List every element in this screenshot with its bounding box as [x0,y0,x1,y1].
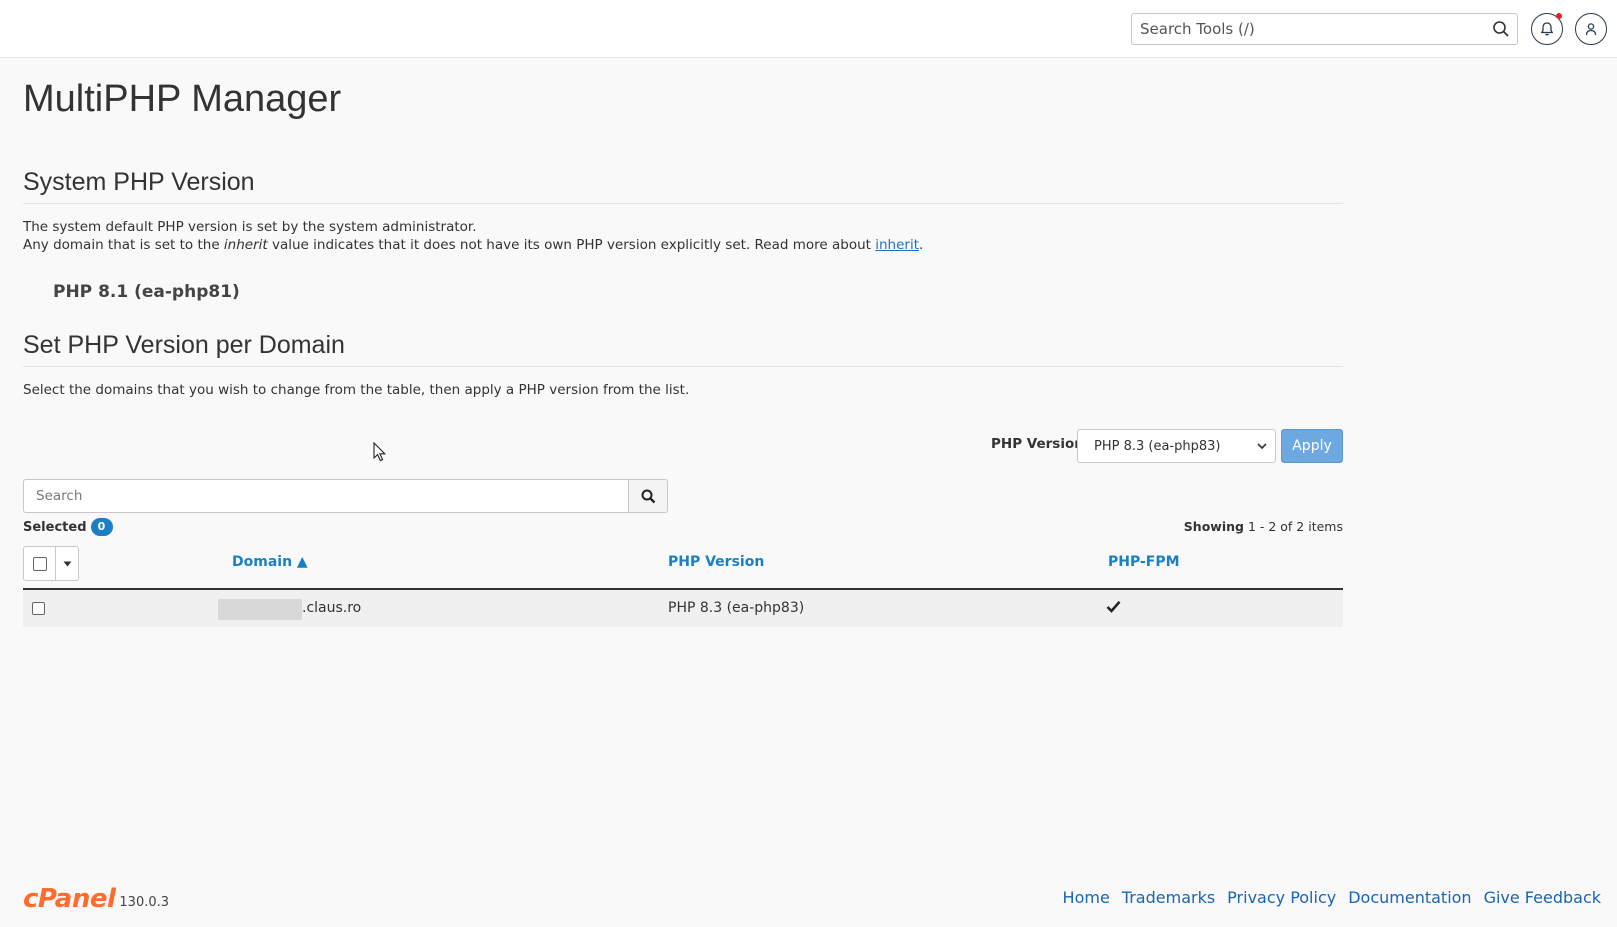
selected-label: Selected [23,519,87,535]
system-description-line2: Any domain that is set to the inherit va… [23,236,923,254]
select-all-checkbox[interactable] [33,557,47,571]
user-icon [1585,23,1597,36]
footer-brand: cPanel 130.0.3 [23,885,169,913]
per-domain-instructions: Select the domains that you wish to chan… [23,382,690,398]
bulk-select-divider [55,547,56,580]
tools-search-box[interactable] [1131,13,1518,45]
selected-counter: Selected 0 [23,518,113,536]
system-description-line1: The system default PHP version is set by… [23,219,477,235]
php-version-select[interactable]: PHP 8.3 (ea-php83) [1077,429,1276,463]
search-icon [641,489,656,504]
line2-middle: value indicates that it does not have it… [267,237,876,253]
domain-search-box[interactable] [23,479,629,513]
cpanel-version: 130.0.3 [119,895,170,910]
footer-link-home[interactable]: Home [1063,888,1110,907]
showing-range: 1 - 2 of 2 items [1247,519,1343,534]
row-checkbox[interactable] [32,602,45,615]
line2-prefix: Any domain that is set to the [23,237,224,253]
inherit-emphasis: inherit [223,237,268,253]
php-version-label: PHP Version [991,436,1084,452]
column-header-php-version[interactable]: PHP Version [668,554,764,570]
footer-link-trademarks[interactable]: Trademarks [1122,888,1215,907]
row-domain: .claus.ro [302,600,362,616]
selected-count-badge: 0 [90,518,113,536]
domain-search-input[interactable] [24,480,628,512]
column-header-domain[interactable]: Domain ▲ [232,554,308,570]
chevron-down-icon [1257,443,1267,450]
column-header-php-fpm[interactable]: PHP-FPM [1108,554,1180,570]
footer-link-privacy-policy[interactable]: Privacy Policy [1227,888,1336,907]
php-version-selected-value: PHP 8.3 (ea-php83) [1094,439,1221,454]
domain-search-button[interactable] [628,479,668,513]
notifications-button[interactable] [1531,13,1563,45]
apply-button[interactable]: Apply [1281,429,1343,463]
footer-link-documentation[interactable]: Documentation [1348,888,1471,907]
system-php-heading: System PHP Version [23,168,1343,204]
bell-icon [1540,22,1554,36]
search-icon[interactable] [1492,20,1510,38]
system-php-version-value: PHP 8.1 (ea-php81) [53,282,240,302]
inherit-link[interactable]: inherit [875,237,919,253]
notification-dot [1556,13,1562,19]
line2-suffix: . [919,237,924,253]
user-menu-button[interactable] [1575,13,1607,45]
caret-down-icon[interactable] [63,561,72,567]
checkmark-icon [1106,600,1121,613]
row-php-version: PHP 8.3 (ea-php83) [668,600,805,616]
top-bar [0,0,1617,58]
mouse-cursor-icon [373,442,387,462]
footer-links: Home Trademarks Privacy Policy Documenta… [1063,888,1601,907]
bulk-select-control[interactable] [23,546,79,581]
per-domain-heading: Set PHP Version per Domain [23,331,1343,367]
page-title: MultiPHP Manager [23,78,342,120]
pagination-summary: Showing 1 - 2 of 2 items [1184,519,1343,534]
table-row: .claus.ro PHP 8.3 (ea-php83) [23,590,1343,627]
tools-search-input[interactable] [1132,14,1482,44]
cpanel-logo: cPanel [23,884,116,914]
redacted-subdomain [218,599,302,620]
footer-link-give-feedback[interactable]: Give Feedback [1484,888,1601,907]
showing-label: Showing [1183,519,1244,534]
